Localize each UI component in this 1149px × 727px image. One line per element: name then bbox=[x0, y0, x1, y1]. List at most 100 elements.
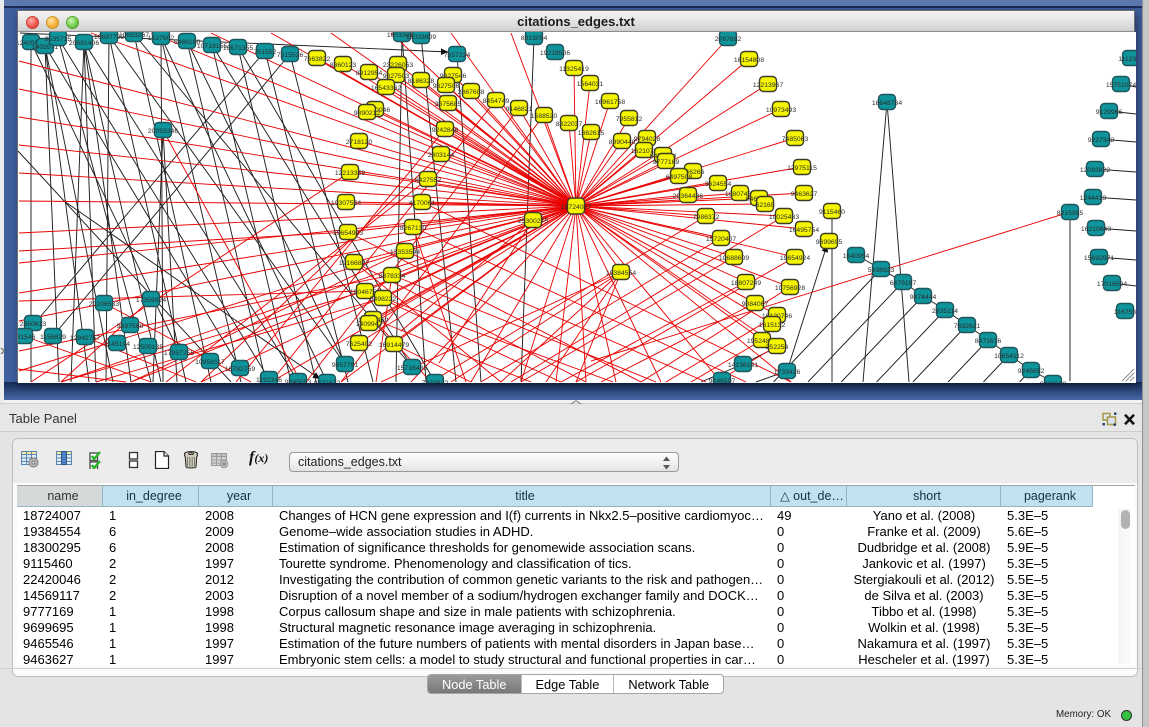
svg-text:10973493: 10973493 bbox=[766, 107, 796, 114]
svg-text:15692971: 15692971 bbox=[1084, 255, 1114, 262]
svg-text:116753: 116753 bbox=[1114, 309, 1136, 316]
svg-text:12975115: 12975115 bbox=[787, 165, 817, 172]
svg-text:25300275: 25300275 bbox=[518, 218, 548, 225]
svg-text:6497508: 6497508 bbox=[666, 174, 693, 181]
svg-text:9245652: 9245652 bbox=[1018, 368, 1045, 375]
svg-text:9129966: 9129966 bbox=[1096, 109, 1123, 116]
svg-text:16033809: 16033809 bbox=[406, 34, 436, 41]
svg-text:19654923: 19654923 bbox=[333, 230, 363, 237]
svg-text:5498222: 5498222 bbox=[370, 296, 397, 303]
svg-text:16961758: 16961758 bbox=[595, 99, 625, 106]
svg-text:16648784: 16648784 bbox=[872, 100, 902, 107]
svg-text:931546: 931546 bbox=[18, 334, 36, 341]
svg-text:12942757: 12942757 bbox=[70, 335, 100, 342]
svg-text:17359924: 17359924 bbox=[136, 297, 166, 304]
svg-text:20053346: 20053346 bbox=[148, 128, 178, 135]
svg-text:2867608: 2867608 bbox=[458, 89, 485, 96]
svg-text:9535715: 9535715 bbox=[45, 36, 72, 43]
svg-text:12213967: 12213967 bbox=[753, 82, 783, 89]
svg-text:20364436: 20364436 bbox=[673, 193, 703, 200]
svg-text:10688609: 10688609 bbox=[719, 255, 749, 262]
svg-text:8186328: 8186328 bbox=[408, 78, 435, 85]
svg-text:2935114: 2935114 bbox=[932, 308, 958, 315]
svg-text:7485063: 7485063 bbox=[782, 136, 809, 143]
svg-text:12093822: 12093822 bbox=[1080, 167, 1110, 174]
svg-text:7832621: 7832621 bbox=[954, 323, 981, 330]
svg-text:18807249: 18807249 bbox=[731, 280, 761, 287]
svg-text:9699695: 9699695 bbox=[816, 239, 843, 246]
svg-text:7357224: 7357224 bbox=[444, 52, 471, 59]
svg-text:1588520: 1588520 bbox=[531, 113, 558, 120]
svg-text:1362615: 1362615 bbox=[578, 130, 605, 137]
svg-text:7663822: 7663822 bbox=[304, 56, 331, 63]
svg-text:10756928: 10756928 bbox=[775, 285, 805, 292]
svg-text:4170061: 4170061 bbox=[409, 200, 436, 207]
svg-text:8454749: 8454749 bbox=[483, 98, 510, 105]
svg-text:9242848: 9242848 bbox=[432, 127, 459, 134]
svg-text:8322037: 8322037 bbox=[556, 121, 583, 128]
svg-text:9115460: 9115460 bbox=[819, 209, 845, 216]
svg-text:15720407: 15720407 bbox=[706, 236, 736, 243]
svg-text:2718120: 2718120 bbox=[346, 139, 373, 146]
svg-text:3624554: 3624554 bbox=[705, 181, 732, 188]
svg-text:8813054: 8813054 bbox=[521, 35, 548, 42]
svg-text:1733426: 1733426 bbox=[774, 369, 801, 376]
svg-text:20206533: 20206533 bbox=[89, 301, 119, 308]
svg-text:9474444: 9474444 bbox=[910, 294, 937, 301]
svg-text:9890212: 9890212 bbox=[354, 110, 381, 117]
svg-text:5938923: 5938923 bbox=[868, 267, 895, 274]
svg-text:252254: 252254 bbox=[766, 344, 789, 351]
svg-text:10654112: 10654112 bbox=[994, 353, 1024, 360]
svg-text:10958117: 10958117 bbox=[195, 359, 225, 366]
svg-text:1156829: 1156829 bbox=[40, 334, 66, 341]
svg-text:2087682: 2087682 bbox=[715, 36, 742, 43]
svg-text:17957255: 17957255 bbox=[164, 350, 194, 357]
svg-text:12213359: 12213359 bbox=[335, 170, 365, 177]
svg-text:7986372: 7986372 bbox=[693, 214, 720, 221]
svg-text:15716485: 15716485 bbox=[397, 365, 427, 372]
svg-text:1192346: 1192346 bbox=[256, 377, 282, 383]
svg-text:8990448: 8990448 bbox=[609, 139, 636, 146]
svg-text:9246507: 9246507 bbox=[709, 378, 736, 383]
svg-text:9463627: 9463627 bbox=[791, 191, 818, 198]
svg-text:9327506: 9327506 bbox=[433, 83, 460, 90]
svg-text:8471676: 8471676 bbox=[975, 338, 1002, 345]
svg-text:9777169: 9777169 bbox=[653, 159, 680, 166]
svg-text:8912954: 8912954 bbox=[356, 70, 383, 77]
svg-text:1145194: 1145194 bbox=[104, 341, 130, 348]
svg-text:10653267: 10653267 bbox=[119, 32, 149, 39]
svg-text:2803144: 2803144 bbox=[428, 152, 455, 159]
svg-text:751552: 751552 bbox=[254, 49, 277, 56]
svg-text:16154808: 16154808 bbox=[734, 57, 764, 64]
svg-text:7515526: 7515526 bbox=[277, 52, 304, 59]
svg-text:20691406: 20691406 bbox=[69, 40, 99, 47]
svg-text:8215955: 8215955 bbox=[1057, 210, 1084, 217]
svg-text:8878334: 8878334 bbox=[379, 273, 406, 280]
svg-text:16495754: 16495754 bbox=[789, 227, 819, 234]
svg-text:17016504: 17016504 bbox=[1097, 281, 1127, 288]
svg-text:1112345: 1112345 bbox=[1118, 56, 1136, 63]
svg-text:9397568: 9397568 bbox=[117, 323, 144, 330]
svg-text:8860123: 8860123 bbox=[330, 62, 357, 69]
svg-text:12505135: 12505135 bbox=[133, 344, 163, 351]
svg-text:7625402: 7625402 bbox=[346, 341, 373, 348]
svg-text:1615132: 1615132 bbox=[759, 322, 786, 329]
svg-text:19654924: 19654924 bbox=[780, 255, 810, 262]
svg-text:9084067: 9084067 bbox=[742, 301, 769, 308]
svg-text:16543362: 16543362 bbox=[371, 85, 401, 92]
svg-text:19218506: 19218506 bbox=[540, 50, 570, 57]
svg-text:2350613: 2350613 bbox=[20, 321, 47, 328]
svg-text:62160: 62160 bbox=[756, 202, 775, 209]
svg-text:19384554: 19384554 bbox=[606, 270, 636, 277]
svg-text:9227342: 9227342 bbox=[1088, 137, 1115, 144]
svg-text:1640954: 1640954 bbox=[843, 253, 870, 260]
svg-text:8471672: 8471672 bbox=[314, 380, 341, 383]
svg-text:1564031: 1564031 bbox=[577, 81, 604, 88]
svg-text:19166827: 19166827 bbox=[339, 260, 369, 267]
svg-text:14136141: 14136141 bbox=[728, 362, 758, 369]
svg-text:1527602: 1527602 bbox=[148, 35, 175, 42]
svg-text:3675685: 3675685 bbox=[435, 101, 462, 108]
svg-text:16210643: 16210643 bbox=[1081, 226, 1111, 233]
svg-text:13353594: 13353594 bbox=[390, 249, 420, 256]
svg-text:16671355: 16671355 bbox=[223, 45, 253, 52]
